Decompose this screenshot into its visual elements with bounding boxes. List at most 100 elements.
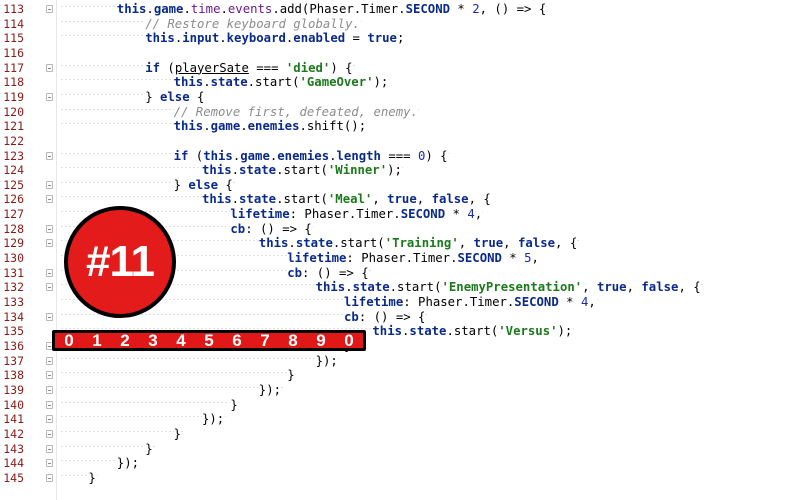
ruler-digit: 2	[120, 331, 130, 350]
code-line[interactable]: 117 if (playerSate === 'died') {	[0, 60, 800, 76]
code-line[interactable]: 138}	[0, 368, 800, 384]
code-line[interactable]: 143}	[0, 441, 800, 457]
code-line[interactable]: 121 this.game.enemies.shift();	[0, 119, 800, 135]
fold-toggle-icon[interactable]	[46, 371, 53, 380]
code-string: 'Meal'	[327, 192, 373, 207]
fold-toggle-icon[interactable]	[46, 400, 53, 409]
code-line[interactable]: 144});	[0, 456, 800, 472]
code-line[interactable]: 119} else {	[0, 89, 800, 105]
fold-toggle-icon[interactable]	[46, 5, 53, 13]
code-token: .add(Phaser.Timer.	[272, 2, 406, 16]
line-number: 141	[3, 412, 24, 427]
line-number: 143	[3, 441, 24, 456]
code-line[interactable]: 137});	[0, 353, 800, 369]
code-token: enemies	[247, 119, 300, 134]
code-line[interactable]: 123 if (this.game.enemies.length === 0) {	[0, 148, 800, 164]
fold-toggle-icon[interactable]	[46, 283, 53, 292]
code-line[interactable]: 114 // Restore keyboard globally.	[0, 16, 800, 32]
code-token: {	[189, 89, 205, 104]
code-line[interactable]: 122	[0, 134, 800, 149]
code-line[interactable]: 124 this.state.start('Winner');	[0, 163, 800, 179]
code-line[interactable]: 125} else {	[0, 177, 800, 193]
fold-toggle-icon[interactable]	[46, 268, 53, 277]
line-number: 129	[3, 236, 24, 251]
code-content: });	[60, 412, 227, 428]
code-content: this.state.start('Meal', true, false, {	[60, 192, 493, 208]
code-token: .start(	[276, 192, 328, 207]
fold-toggle-icon[interactable]	[46, 63, 53, 72]
code-string: 'Training'	[384, 236, 459, 251]
code-token: {	[218, 177, 233, 192]
fold-toggle-icon[interactable]	[46, 429, 53, 438]
code-token: : Phaser.Timer.	[403, 295, 515, 309]
code-line[interactable]: 141});	[0, 412, 800, 428]
code-line[interactable]: 118 this.state.start('GameOver');	[0, 75, 800, 91]
code-line[interactable]: 142}	[0, 426, 800, 442]
fold-toggle-icon[interactable]	[46, 444, 53, 453]
fold-toggle-icon[interactable]	[46, 195, 53, 204]
code-token: .	[203, 119, 211, 134]
code-token: }	[173, 426, 181, 441]
code-content: if (playerSate === 'died') {	[60, 60, 355, 76]
fold-toggle-icon[interactable]	[46, 312, 53, 321]
code-content: this.input.keyboard.enabled = true;	[60, 31, 407, 47]
line-number: 127	[3, 207, 24, 222]
code-token: SECOND	[514, 295, 559, 309]
code-token: .shift();	[299, 119, 367, 134]
code-token: this	[116, 2, 147, 16]
ruler-digit: 6	[232, 331, 242, 350]
fold-toggle-icon[interactable]	[46, 415, 53, 424]
code-token: playerSate	[174, 60, 249, 75]
code-token: this	[173, 75, 204, 90]
code-token: ,	[531, 251, 539, 266]
fold-toggle-icon[interactable]	[46, 92, 53, 101]
code-token: ,	[416, 192, 432, 207]
code-token: : () => {	[245, 221, 312, 236]
code-token: .	[288, 236, 296, 251]
code-token: ,	[503, 236, 518, 251]
code-token: this	[258, 236, 289, 251]
code-token: *	[558, 295, 581, 309]
fold-toggle-icon[interactable]	[46, 151, 53, 160]
code-token: 5	[524, 251, 532, 266]
fold-toggle-icon[interactable]	[46, 239, 53, 248]
fold-toggle-icon[interactable]	[46, 459, 53, 468]
code-token: true	[473, 236, 504, 251]
code-token: this	[173, 119, 204, 134]
code-line[interactable]: 140}	[0, 397, 800, 413]
code-line[interactable]: 113 this.game.time.events.add(Phaser.Time…	[0, 2, 800, 17]
fold-toggle-icon[interactable]	[46, 385, 53, 394]
code-line[interactable]: 139});	[0, 382, 800, 398]
fold-toggle-icon[interactable]	[46, 224, 53, 233]
code-token: : () => {	[358, 309, 426, 324]
code-token: }	[145, 89, 160, 104]
fold-toggle-icon[interactable]	[46, 473, 53, 482]
code-content: // Restore keyboard globally.	[60, 16, 362, 32]
line-number: 123	[3, 148, 24, 163]
code-line[interactable]: 116	[0, 46, 800, 61]
line-number: 120	[3, 104, 24, 119]
code-token: else	[160, 89, 190, 104]
code-line[interactable]: 145}	[0, 470, 800, 486]
code-token: false	[641, 280, 679, 295]
code-line[interactable]: 120 // Remove first, defeated, enemy.	[0, 104, 800, 120]
code-token: cb	[287, 265, 302, 280]
line-number: 113	[3, 2, 24, 16]
code-content: this.state.start('Winner');	[60, 163, 404, 179]
code-token: });	[116, 456, 140, 471]
code-token: cb	[344, 309, 359, 324]
ruler-digit: 7	[260, 331, 270, 350]
fold-toggle-icon[interactable]	[46, 356, 53, 365]
code-comment: // Remove first, defeated, enemy.	[173, 104, 418, 119]
fold-toggle-icon[interactable]	[46, 180, 53, 189]
code-token: this	[145, 31, 175, 46]
code-token: );	[387, 163, 402, 178]
code-token: state	[239, 192, 277, 207]
code-line[interactable]: 115 this.input.keyboard.enabled = true;	[0, 31, 800, 47]
code-token: 2	[472, 2, 480, 16]
code-token: );	[557, 324, 573, 339]
code-token: , {	[555, 236, 578, 251]
code-token: , {	[468, 192, 491, 207]
code-token: ===	[248, 60, 286, 75]
code-token: *	[501, 251, 525, 266]
